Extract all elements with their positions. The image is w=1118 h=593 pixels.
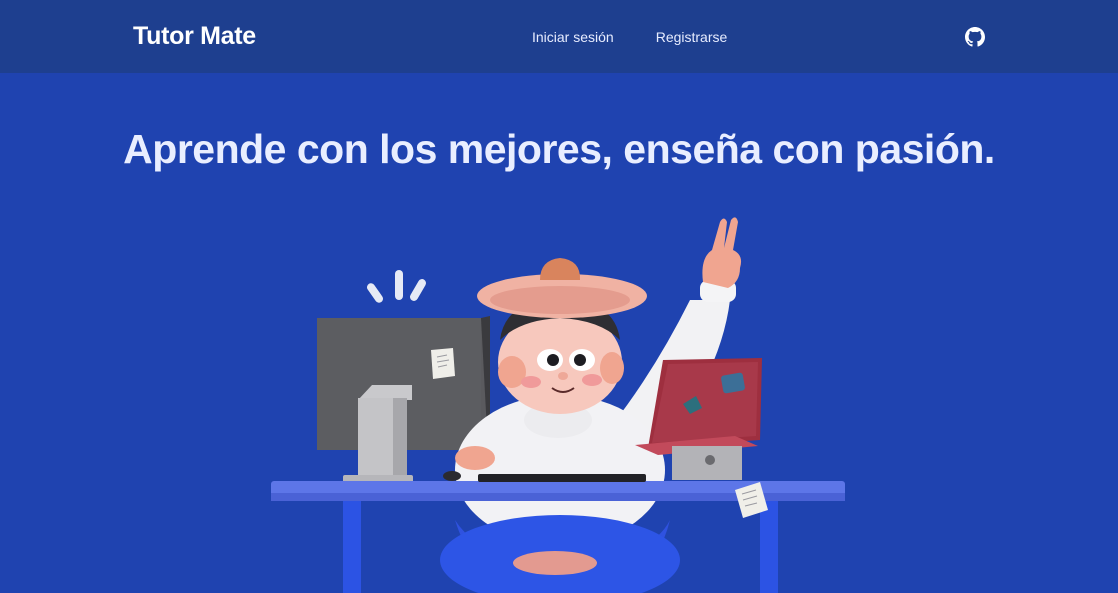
left-hand xyxy=(455,446,495,470)
spark-marks xyxy=(366,270,426,303)
sticky-note xyxy=(431,348,455,379)
hat xyxy=(477,258,647,318)
person-at-desk-illustration xyxy=(271,217,845,593)
